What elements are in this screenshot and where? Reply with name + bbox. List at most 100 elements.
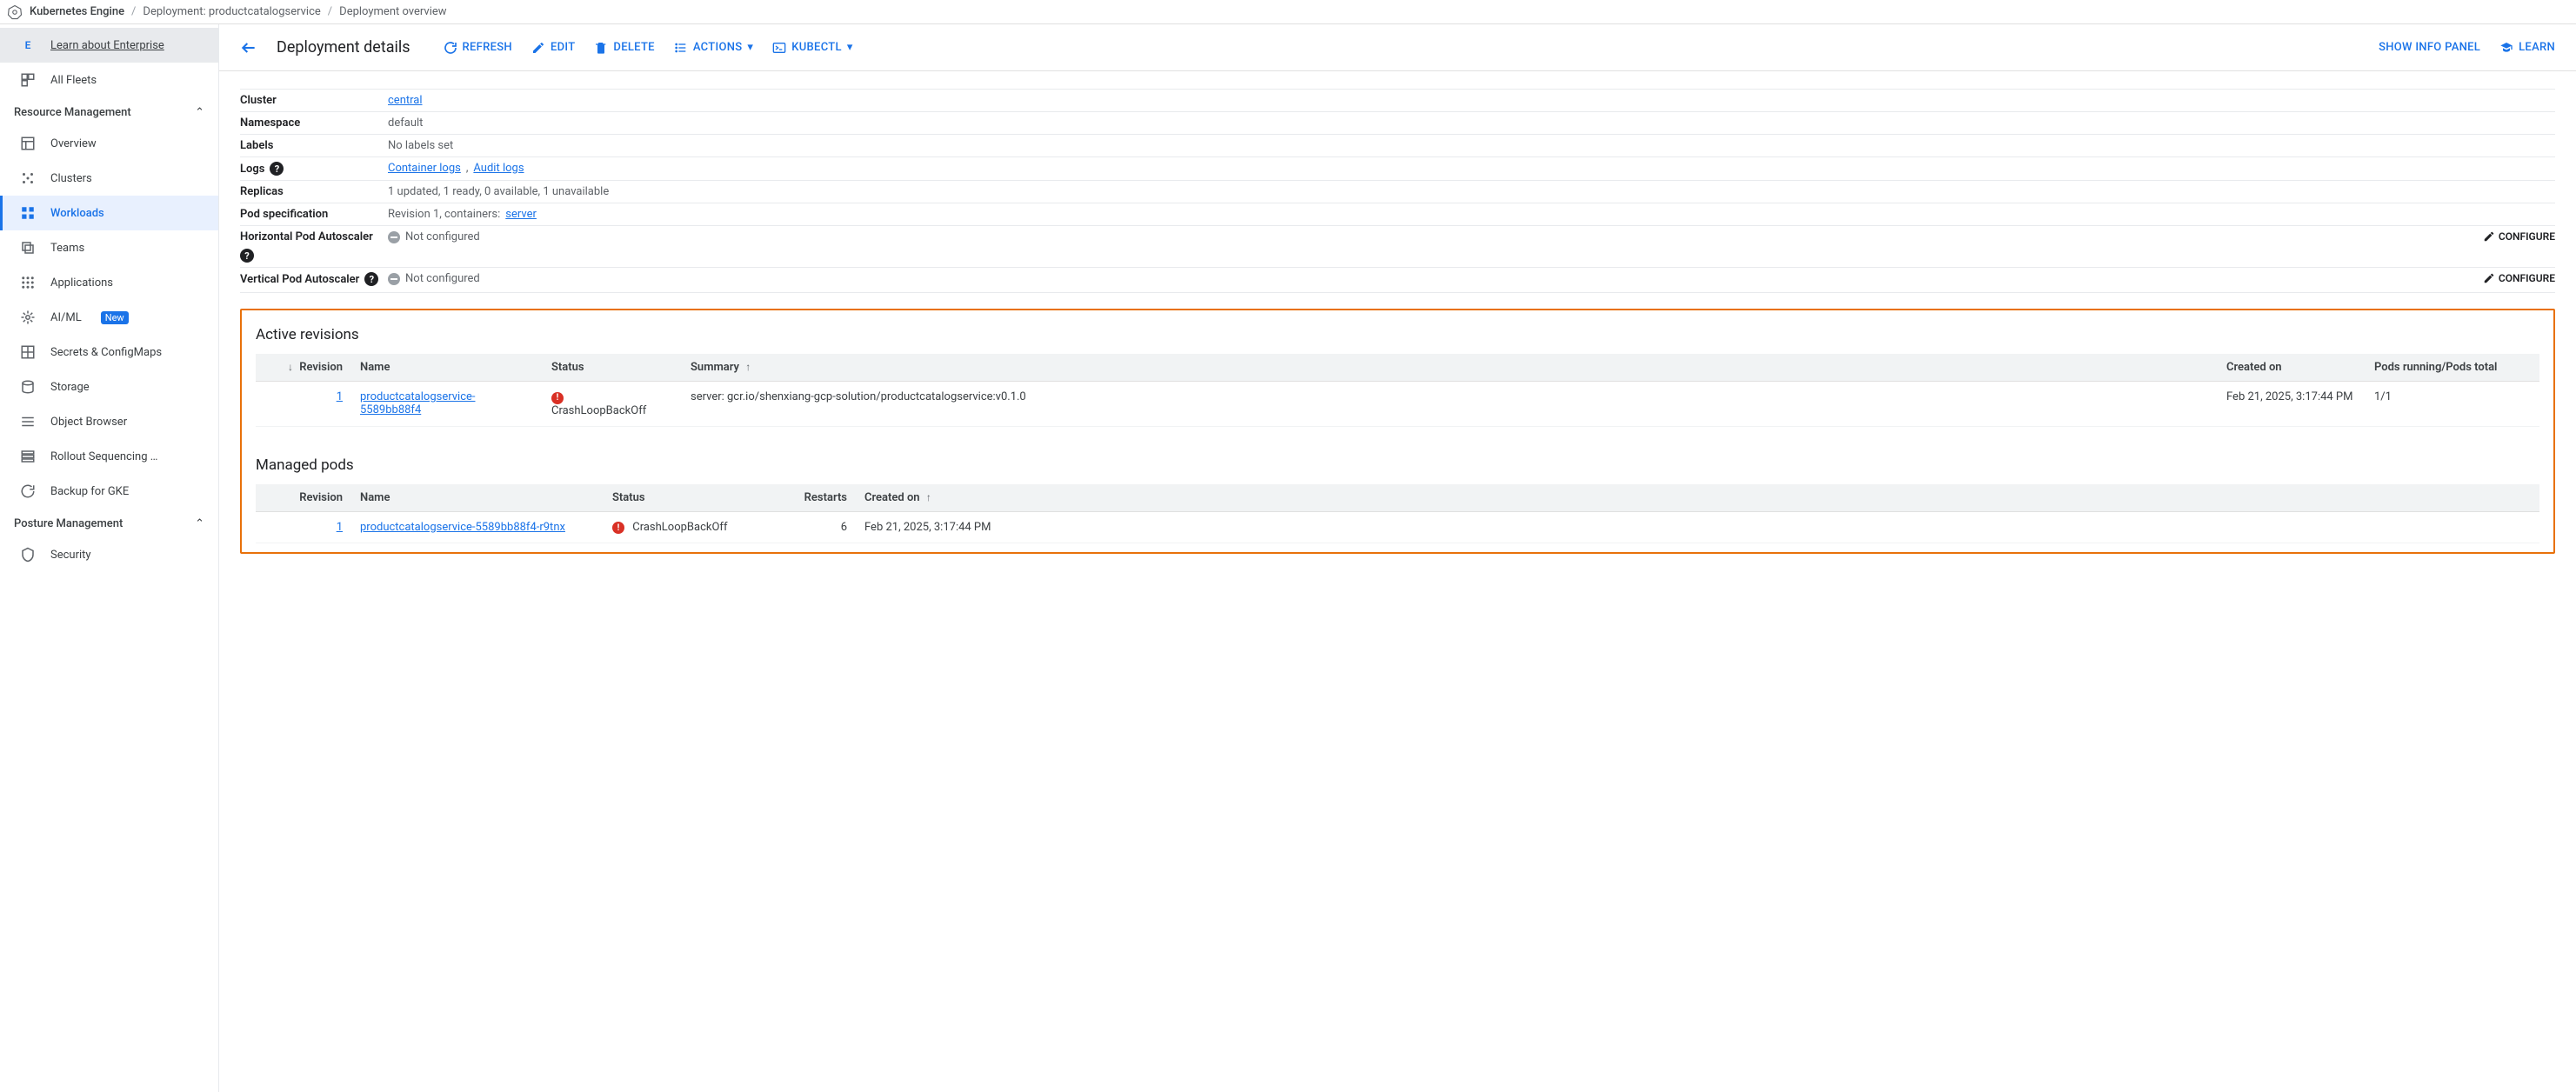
podspec-server-link[interactable]: server — [505, 208, 537, 221]
rollout-icon — [19, 448, 37, 465]
show-info-panel-button[interactable]: SHOW INFO PANEL — [2379, 41, 2480, 54]
workloads-icon — [19, 204, 37, 222]
pod-status: CrashLoopBackOff — [632, 521, 727, 534]
help-icon[interactable]: ? — [240, 249, 254, 263]
chevron-down-icon: ▾ — [747, 41, 753, 54]
col-name[interactable]: Name — [351, 354, 543, 382]
kv-key-labels: Labels — [240, 139, 388, 152]
sidebar-item-all-fleets[interactable]: All Fleets — [0, 63, 218, 97]
col-restarts[interactable]: Restarts — [777, 484, 856, 512]
revision-name-link[interactable]: productcatalogservice-5589bb88f4 — [360, 390, 476, 416]
breadcrumb: Kubernetes Engine / Deployment: productc… — [0, 0, 2576, 24]
sidebar-item-aiml[interactable]: AI/ML New — [0, 300, 218, 335]
col-pods[interactable]: Pods running/Pods total — [2366, 354, 2539, 382]
cluster-link[interactable]: central — [388, 94, 423, 107]
learn-icon — [2499, 41, 2513, 55]
active-revisions-table: ↓ Revision Name Status Summary ↑ Created… — [256, 354, 2539, 427]
sidebar-item-enterprise[interactable]: E Learn about Enterprise — [0, 28, 218, 63]
col-name[interactable]: Name — [351, 484, 604, 512]
delete-button[interactable]: DELETE — [594, 41, 654, 55]
arrow-up-icon: ↑ — [926, 491, 931, 503]
col-created[interactable]: Created on — [2218, 354, 2366, 382]
details-table: Cluster central Namespace default Labels… — [240, 89, 2555, 293]
sidebar-item-rollout[interactable]: Rollout Sequencing … — [0, 439, 218, 474]
sidebar-item-security[interactable]: Security — [0, 537, 218, 572]
learn-button[interactable]: LEARN — [2499, 41, 2555, 55]
page-header: Deployment details REFRESH EDIT DELETE A… — [219, 24, 2576, 71]
configure-hpa-button[interactable]: CONFIGURE — [2483, 230, 2555, 243]
sidebar-item-clusters[interactable]: Clusters — [0, 161, 218, 196]
pod-revision-link[interactable]: 1 — [337, 521, 343, 534]
kv-key-vpa: Vertical Pod Autoscaler ? — [240, 272, 388, 286]
delete-icon — [594, 41, 608, 55]
sidebar-section-posture-management[interactable]: Posture Management ⌃ — [0, 509, 218, 537]
audit-logs-link[interactable]: Audit logs — [473, 162, 524, 175]
refresh-button[interactable]: REFRESH — [444, 41, 512, 55]
edit-button[interactable]: EDIT — [531, 41, 575, 55]
kv-key-replicas: Replicas — [240, 185, 388, 198]
revision-link[interactable]: 1 — [337, 390, 343, 403]
revision-pods: 1/1 — [2366, 382, 2539, 427]
chevron-down-icon: ▾ — [847, 41, 853, 54]
revision-summary: server: gcr.io/shenxiang-gcp-solution/pr… — [682, 382, 2218, 427]
kv-val-namespace: default — [388, 117, 2555, 130]
sidebar-section-resource-management[interactable]: Resource Management ⌃ — [0, 97, 218, 126]
chevron-up-icon: ⌃ — [195, 106, 204, 119]
pod-name-link[interactable]: productcatalogservice-5589bb88f4-r9tnx — [360, 521, 565, 534]
secrets-icon — [19, 343, 37, 361]
breadcrumb-page: Deployment overview — [339, 5, 446, 18]
actions-button[interactable]: ACTIONS ▾ — [674, 41, 753, 55]
page-title: Deployment details — [277, 38, 410, 57]
back-button[interactable] — [240, 39, 257, 57]
sidebar-item-teams[interactable]: Teams — [0, 230, 218, 265]
col-revision[interactable]: ↓ Revision — [256, 354, 351, 382]
kv-val-replicas: 1 updated, 1 ready, 0 available, 1 unava… — [388, 185, 2555, 198]
highlighted-sections: Active revisions ↓ Revision Name Status … — [240, 309, 2555, 554]
sidebar-item-applications[interactable]: Applications — [0, 265, 218, 300]
kv-key-logs: Logs ? — [240, 162, 388, 176]
refresh-icon — [444, 41, 457, 55]
arrow-up-icon: ↑ — [745, 361, 751, 373]
kubernetes-icon — [7, 4, 23, 20]
security-icon — [19, 546, 37, 563]
kubectl-button[interactable]: KUBECTL ▾ — [772, 41, 852, 55]
error-icon: ! — [551, 392, 564, 404]
minus-icon — [388, 231, 400, 243]
sidebar-item-workloads[interactable]: Workloads — [0, 196, 218, 230]
col-status[interactable]: Status — [604, 484, 777, 512]
list-icon — [674, 41, 688, 55]
breadcrumb-service[interactable]: Kubernetes Engine — [30, 5, 124, 18]
revision-created: Feb 21, 2025, 3:17:44 PM — [2218, 382, 2366, 427]
new-badge: New — [101, 311, 129, 324]
managed-pods-table: Revision Name Status Restarts Created on… — [256, 484, 2539, 544]
sidebar-item-backup[interactable]: Backup for GKE — [0, 474, 218, 509]
minus-icon — [388, 273, 400, 285]
configure-vpa-button[interactable]: CONFIGURE — [2483, 272, 2555, 284]
breadcrumb-separator: / — [131, 5, 136, 18]
table-row: 1 productcatalogservice-5589bb88f4-r9tnx… — [256, 511, 2539, 543]
col-created[interactable]: Created on ↑ — [856, 484, 2539, 512]
applications-icon — [19, 274, 37, 291]
help-icon[interactable]: ? — [270, 162, 284, 176]
sidebar-item-secrets[interactable]: Secrets & ConfigMaps — [0, 335, 218, 370]
storage-icon — [19, 378, 37, 396]
kv-key-podspec: Pod specification — [240, 208, 388, 221]
col-status[interactable]: Status — [543, 354, 682, 382]
sidebar-item-object-browser[interactable]: Object Browser — [0, 404, 218, 439]
terminal-icon — [772, 41, 786, 55]
teams-icon — [19, 239, 37, 256]
breadcrumb-deployment[interactable]: Deployment: productcatalogservice — [143, 5, 320, 18]
sidebar-item-storage[interactable]: Storage — [0, 370, 218, 404]
aiml-icon — [19, 309, 37, 326]
managed-pods-title: Managed pods — [256, 456, 2539, 474]
container-logs-link[interactable]: Container logs — [388, 162, 461, 175]
help-icon[interactable]: ? — [364, 272, 378, 286]
col-revision[interactable]: Revision — [256, 484, 351, 512]
backup-icon — [19, 483, 37, 500]
arrow-down-icon: ↓ — [288, 361, 293, 373]
enterprise-badge-icon: E — [19, 37, 37, 54]
sidebar-item-overview[interactable]: Overview — [0, 126, 218, 161]
col-summary[interactable]: Summary ↑ — [682, 354, 2218, 382]
pod-created: Feb 21, 2025, 3:17:44 PM — [856, 511, 2539, 543]
chevron-up-icon: ⌃ — [195, 517, 204, 530]
